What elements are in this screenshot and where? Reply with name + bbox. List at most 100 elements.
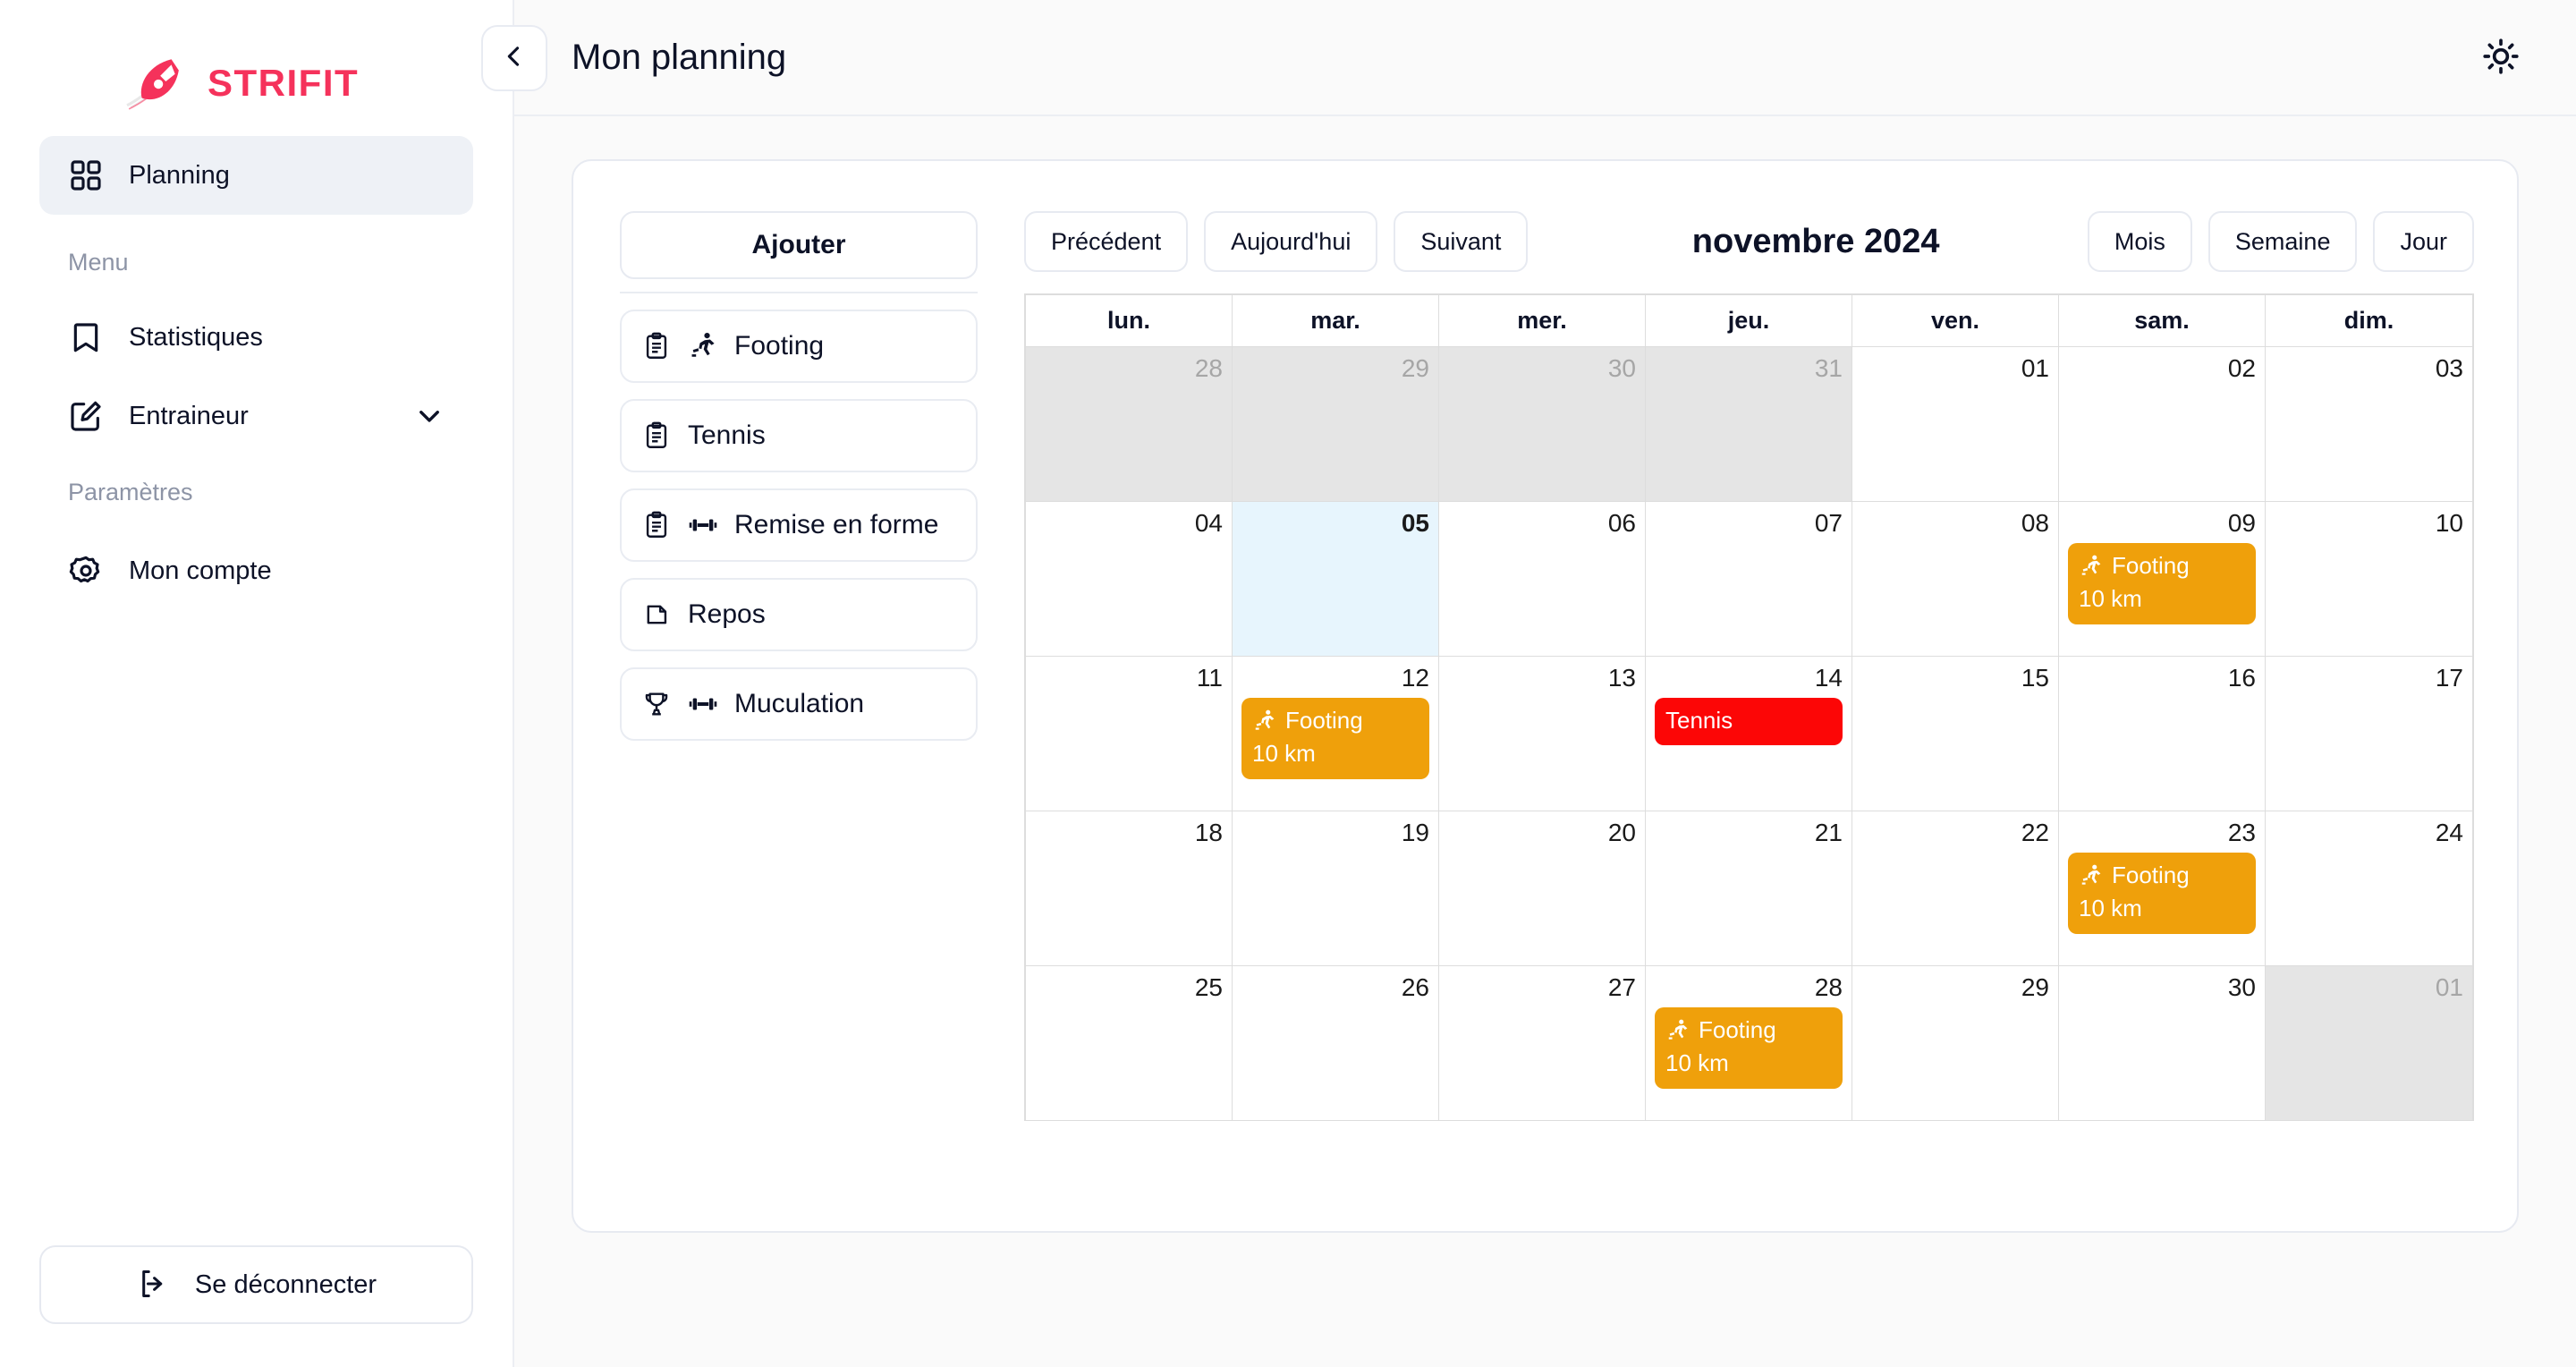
sidebar-section-parametres: Paramètres (68, 479, 193, 505)
day-number: 22 (2021, 819, 2049, 846)
activity-item-repos[interactable]: Repos (620, 578, 978, 651)
day-header: mer. (1439, 295, 1646, 347)
calendar-day-cell[interactable]: 28 Footing 10 km (1646, 966, 1852, 1121)
file-icon (641, 599, 672, 630)
event-title: Footing (1285, 707, 1363, 734)
calendar-day-cell[interactable]: 21 (1646, 811, 1852, 966)
activity-label: Repos (688, 599, 766, 630)
day-number: 15 (2021, 664, 2049, 692)
day-header: ven. (1852, 295, 2059, 347)
calendar-day-cell[interactable]: 01 (1852, 347, 2059, 502)
day-number: 26 (1401, 973, 1429, 1001)
day-number: 20 (1607, 819, 1636, 846)
calendar-day-cell[interactable]: 06 (1439, 502, 1646, 657)
logout-button[interactable]: Se déconnecter (39, 1245, 473, 1324)
calendar-day-cell[interactable]: 19 (1233, 811, 1439, 966)
calendar-day-cell[interactable]: 30 (1439, 347, 1646, 502)
day-number: 08 (2021, 509, 2049, 537)
calendar-day-cell[interactable]: 23 Footing 10 km (2059, 811, 2266, 966)
calendar-day-cell[interactable]: 31 (1646, 347, 1852, 502)
calendar-view-switcher: Mois Semaine Jour (2087, 211, 2474, 272)
sidebar-nav-settings: Mon compte (0, 531, 513, 610)
calendar-day-cell[interactable]: 10 (2266, 502, 2472, 657)
calendar-event[interactable]: Footing 10 km (2068, 543, 2256, 624)
calendar-today-button[interactable]: Aujourd'hui (1204, 211, 1378, 272)
calendar-next-button[interactable]: Suivant (1394, 211, 1529, 272)
activity-item-tennis[interactable]: Tennis (620, 399, 978, 472)
logout-container: Se déconnecter (0, 1245, 513, 1367)
calendar-prev-button[interactable]: Précédent (1024, 211, 1189, 272)
add-activity-button[interactable]: Ajouter (620, 211, 978, 279)
day-number: 07 (1814, 509, 1843, 537)
calendar-day-cell[interactable]: 03 (2266, 347, 2472, 502)
sidebar-item-planning[interactable]: Planning (39, 136, 473, 215)
calendar-week-row: 04 05 06 07 08 09 Footing 10 km 10 (1026, 502, 2472, 657)
sidebar-item-entraineur[interactable]: Entraineur (39, 377, 473, 455)
calendar-view-mois[interactable]: Mois (2087, 211, 2192, 272)
calendar-view-jour[interactable]: Jour (2373, 211, 2474, 272)
main-area: Mon planning Ajouter Footing Tennis Remi… (481, 0, 2576, 1367)
calendar-event[interactable]: Footing 10 km (2068, 853, 2256, 934)
calendar-day-cell[interactable]: 04 (1026, 502, 1233, 657)
calendar-day-cell[interactable]: 22 (1852, 811, 2059, 966)
sidebar-item-statistiques[interactable]: Statistiques (39, 298, 473, 377)
activity-item-remise-en-forme[interactable]: Remise en forme (620, 488, 978, 562)
day-number: 24 (2435, 819, 2463, 846)
activity-item-footing[interactable]: Footing (620, 310, 978, 383)
day-number: 30 (2227, 973, 2256, 1001)
calendar-day-cell[interactable]: 11 (1026, 657, 1233, 811)
calendar-day-cell[interactable]: 13 (1439, 657, 1646, 811)
chevron-down-icon[interactable] (414, 401, 445, 431)
calendar-day-cell[interactable]: 08 (1852, 502, 2059, 657)
calendar-day-cell[interactable]: 25 (1026, 966, 1233, 1121)
calendar-event[interactable]: Footing 10 km (1241, 698, 1429, 779)
calendar-day-cell[interactable]: 27 (1439, 966, 1646, 1121)
calendar-day-cell[interactable]: 20 (1439, 811, 1646, 966)
activity-label: Tennis (688, 420, 766, 451)
theme-toggle-button[interactable] (2474, 30, 2528, 84)
day-number: 04 (1194, 509, 1223, 537)
sidebar-nav: Planning (0, 136, 513, 215)
trophy-icon (641, 689, 672, 719)
clipboard-icon (641, 420, 672, 451)
calendar-day-cell[interactable]: 02 (2059, 347, 2266, 502)
event-title: Tennis (1665, 707, 1733, 734)
activity-item-muculation[interactable]: Muculation (620, 667, 978, 741)
calendar-view-semaine[interactable]: Semaine (2207, 211, 2358, 272)
day-number: 01 (2435, 973, 2463, 1001)
calendar-day-cell[interactable]: 14 Tennis (1646, 657, 1852, 811)
calendar-day-cell[interactable]: 24 (2266, 811, 2472, 966)
calendar-day-cell[interactable]: 01 (2266, 966, 2472, 1121)
calendar-day-cell[interactable]: 12 Footing 10 km (1233, 657, 1439, 811)
calendar-day-cell[interactable]: 28 (1026, 347, 1233, 502)
day-header: lun. (1026, 295, 1233, 347)
calendar-day-cell[interactable]: 30 (2059, 966, 2266, 1121)
calendar-day-cell[interactable]: 17 (2266, 657, 2472, 811)
calendar-day-cell[interactable]: 16 (2059, 657, 2266, 811)
calendar-day-cell[interactable]: 29 (1233, 347, 1439, 502)
calendar-day-cell[interactable]: 18 (1026, 811, 1233, 966)
calendar-title: novembre 2024 (1691, 222, 1940, 260)
calendar-day-cell[interactable]: 26 (1233, 966, 1439, 1121)
day-number: 31 (1814, 354, 1843, 382)
calendar-day-cell[interactable]: 09 Footing 10 km (2059, 502, 2266, 657)
day-header: jeu. (1646, 295, 1852, 347)
activity-label: Footing (734, 331, 825, 361)
day-number: 28 (1814, 973, 1843, 1001)
sidebar-collapse-button[interactable] (481, 25, 547, 91)
calendar-day-headers: lun. mar. mer. jeu. ven. sam. dim. (1026, 295, 2472, 347)
sidebar-item-mon-compte[interactable]: Mon compte (39, 531, 473, 610)
calendar-day-cell[interactable]: 15 (1852, 657, 2059, 811)
calendar-day-cell[interactable]: 29 (1852, 966, 2059, 1121)
calendar-event[interactable]: Footing 10 km (1655, 1007, 1843, 1089)
day-number: 23 (2227, 819, 2256, 846)
app-root: STRIFIT Planning Menu Statistiques Entra… (0, 0, 2576, 1367)
calendar-day-cell[interactable]: 05 (1233, 502, 1439, 657)
event-subtitle: 10 km (2079, 585, 2142, 613)
clipboard-icon (641, 331, 672, 361)
day-number: 10 (2435, 509, 2463, 537)
calendar-week-row: 25 26 27 28 Footing 10 km 29 30 01 (1026, 966, 2472, 1121)
calendar-day-cell[interactable]: 07 (1646, 502, 1852, 657)
running-icon (2079, 863, 2104, 888)
calendar-event[interactable]: Tennis (1655, 698, 1843, 746)
